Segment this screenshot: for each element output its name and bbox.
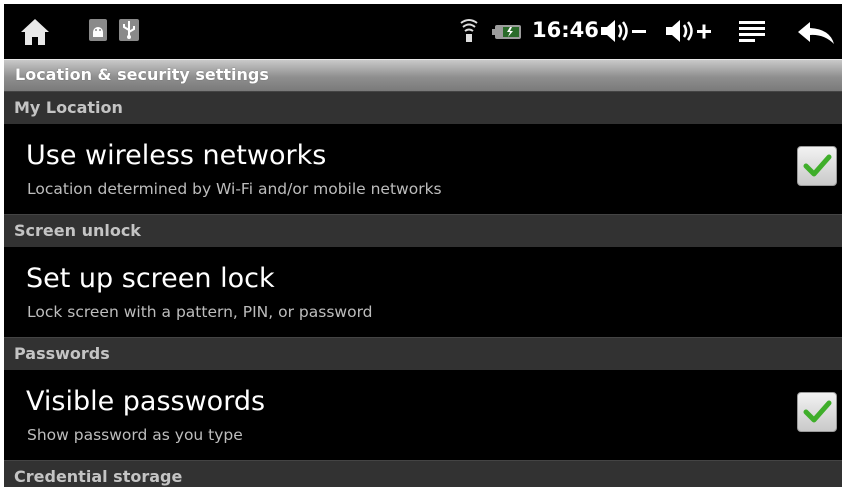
status-bar: 16:46: [4, 4, 842, 59]
section-header-label: Passwords: [14, 344, 110, 363]
section-header-my-location: My Location: [4, 91, 842, 124]
section-header-screen-unlock: Screen unlock: [4, 214, 842, 247]
page-title: Location & security settings: [15, 65, 269, 84]
pref-title: Set up screen lock: [26, 263, 275, 294]
usb-icon: [118, 18, 140, 46]
volume-down-icon[interactable]: [599, 18, 649, 48]
pref-visible-passwords[interactable]: Visible passwords Show password as you t…: [4, 370, 842, 460]
home-icon[interactable]: [20, 17, 50, 51]
section-header-credential-storage: Credential storage: [4, 460, 842, 487]
pref-title: Visible passwords: [26, 386, 266, 417]
checkmark-icon: [803, 154, 832, 177]
pref-set-up-screen-lock[interactable]: Set up screen lock Lock screen with a pa…: [4, 247, 842, 337]
pref-summary: Show password as you type: [27, 426, 243, 444]
screen: 16:46 Location & security settings My Lo…: [4, 4, 842, 487]
android-debug-icon: [87, 18, 109, 46]
section-header-passwords: Passwords: [4, 337, 842, 370]
clock: 16:46: [532, 18, 599, 42]
section-header-label: My Location: [14, 98, 123, 117]
back-icon[interactable]: [796, 20, 836, 50]
wifi-icon: [459, 18, 479, 48]
menu-icon[interactable]: [739, 20, 765, 48]
pref-title: Use wireless networks: [26, 140, 327, 171]
pref-summary: Lock screen with a pattern, PIN, or pass…: [27, 303, 373, 321]
battery-icon: [492, 24, 522, 44]
use-wireless-networks-checkbox[interactable]: [797, 146, 837, 186]
pref-use-wireless-networks[interactable]: Use wireless networks Location determine…: [4, 124, 842, 214]
section-header-label: Credential storage: [14, 467, 183, 486]
title-bar: Location & security settings: [4, 59, 842, 91]
visible-passwords-checkbox[interactable]: [797, 392, 837, 432]
volume-up-icon[interactable]: [664, 18, 714, 48]
checkmark-icon: [803, 400, 832, 423]
section-header-label: Screen unlock: [14, 221, 141, 240]
pref-summary: Location determined by Wi-Fi and/or mobi…: [27, 180, 442, 198]
